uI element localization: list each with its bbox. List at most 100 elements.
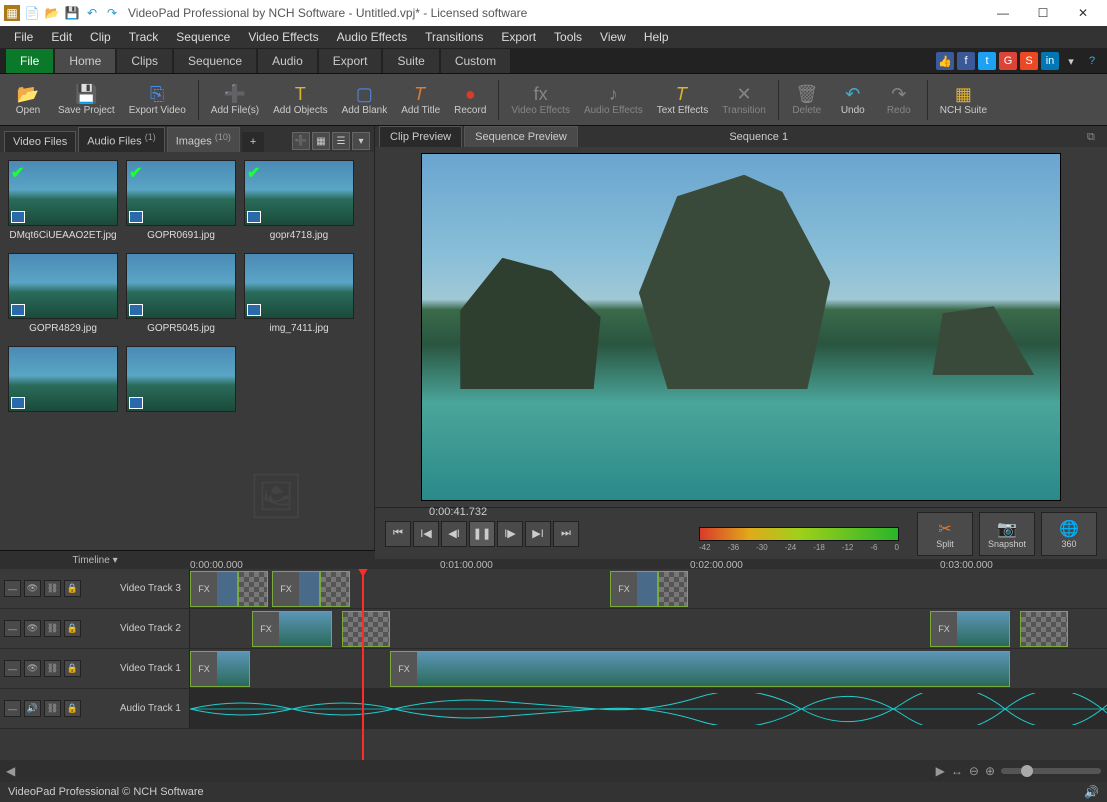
track-link-icon[interactable]: ⛓ bbox=[44, 580, 61, 597]
scroll-right-icon[interactable]: ▶ bbox=[936, 764, 945, 778]
zoom-out-icon[interactable]: ⊖ bbox=[969, 764, 979, 778]
minimize-button[interactable]: — bbox=[983, 0, 1023, 26]
transition-button[interactable]: ✕Transition bbox=[716, 76, 772, 124]
menu-sequence[interactable]: Sequence bbox=[168, 28, 238, 46]
ribbon-tab-clips[interactable]: Clips bbox=[117, 49, 172, 73]
popout-icon[interactable]: ⧉ bbox=[1087, 131, 1103, 147]
social-google-icon[interactable]: G bbox=[999, 52, 1017, 70]
video-effects-button[interactable]: fxVideo Effects bbox=[505, 76, 576, 124]
tab-sequence-preview[interactable]: Sequence Preview bbox=[464, 126, 578, 147]
track-collapse-icon[interactable]: — bbox=[4, 580, 21, 597]
qat-save-icon[interactable]: 💾 bbox=[64, 5, 80, 21]
zoom-slider[interactable] bbox=[1001, 768, 1101, 774]
menu-help[interactable]: Help bbox=[636, 28, 677, 46]
menu-file[interactable]: File bbox=[6, 28, 41, 46]
menu-clip[interactable]: Clip bbox=[82, 28, 119, 46]
track-lock-icon[interactable]: 🔒 bbox=[64, 580, 81, 597]
track-body[interactable] bbox=[190, 689, 1107, 728]
record-button[interactable]: ●Record bbox=[448, 76, 492, 124]
add-files-button[interactable]: ➕Add File(s) bbox=[205, 76, 265, 124]
ribbon-tab-custom[interactable]: Custom bbox=[441, 49, 510, 73]
thumbnail-item[interactable] bbox=[8, 346, 118, 420]
menu-audioeffects[interactable]: Audio Effects bbox=[329, 28, 416, 46]
bin-menu-icon[interactable]: ▾ bbox=[352, 132, 370, 150]
ribbon-tab-export[interactable]: Export bbox=[319, 49, 382, 73]
track-lock-icon[interactable]: 🔒 bbox=[64, 700, 81, 717]
redo-button[interactable]: ↷Redo bbox=[877, 76, 921, 124]
prev-clip-button[interactable]: I◀ bbox=[413, 521, 439, 547]
step-back-button[interactable]: ◀I bbox=[441, 521, 467, 547]
chevron-down-icon[interactable]: ▾ bbox=[113, 555, 118, 566]
track-body[interactable]: FX FX bbox=[190, 609, 1107, 648]
menu-transitions[interactable]: Transitions bbox=[417, 28, 491, 46]
goto-end-button[interactable]: ⏭ bbox=[553, 521, 579, 547]
track-visible-icon[interactable]: 👁 bbox=[24, 620, 41, 637]
social-facebook-icon[interactable]: f bbox=[957, 52, 975, 70]
track-body[interactable]: FX FX bbox=[190, 649, 1107, 688]
menu-export[interactable]: Export bbox=[493, 28, 544, 46]
social-stumble-icon[interactable]: S bbox=[1020, 52, 1038, 70]
ribbon-tab-home[interactable]: Home bbox=[55, 49, 115, 73]
bin-grid-icon[interactable]: ▦ bbox=[312, 132, 330, 150]
track-collapse-icon[interactable]: — bbox=[4, 620, 21, 637]
scroll-left-icon[interactable]: ◀ bbox=[6, 764, 15, 778]
undo-button[interactable]: ↶Undo bbox=[831, 76, 875, 124]
social-twitter-icon[interactable]: t bbox=[978, 52, 996, 70]
thumbnail-item[interactable]: ✔GOPR0691.jpg bbox=[126, 160, 236, 245]
bin-add-tab[interactable]: + bbox=[242, 132, 264, 152]
delete-button[interactable]: 🗑Delete bbox=[785, 76, 829, 124]
close-button[interactable]: ✕ bbox=[1063, 0, 1103, 26]
qat-new-icon[interactable]: 📄 bbox=[24, 5, 40, 21]
qat-undo-icon[interactable]: ↶ bbox=[84, 5, 100, 21]
export-video-button[interactable]: ⎘Export Video bbox=[123, 76, 192, 124]
track-collapse-icon[interactable]: — bbox=[4, 700, 21, 717]
menu-videoeffects[interactable]: Video Effects bbox=[240, 28, 326, 46]
track-lock-icon[interactable]: 🔒 bbox=[64, 620, 81, 637]
collapse-ribbon-icon[interactable]: ▾ bbox=[1062, 52, 1080, 70]
add-title-button[interactable]: 𝑇Add Title bbox=[395, 76, 446, 124]
bin-add-icon[interactable]: ➕ bbox=[292, 132, 310, 150]
track-link-icon[interactable]: ⛓ bbox=[44, 620, 61, 637]
maximize-button[interactable]: ☐ bbox=[1023, 0, 1063, 26]
track-lock-icon[interactable]: 🔒 bbox=[64, 660, 81, 677]
track-collapse-icon[interactable]: — bbox=[4, 660, 21, 677]
social-like-icon[interactable]: 👍 bbox=[936, 52, 954, 70]
thumbnail-item[interactable]: GOPR5045.jpg bbox=[126, 253, 236, 338]
split-button[interactable]: ✂Split bbox=[917, 512, 973, 556]
thumbnail-item[interactable]: img_7411.jpg bbox=[244, 253, 354, 338]
track-visible-icon[interactable]: 👁 bbox=[24, 660, 41, 677]
bin-tab-images[interactable]: Images (10) bbox=[167, 127, 240, 152]
zoom-in-icon[interactable]: ⊕ bbox=[985, 764, 995, 778]
track-link-icon[interactable]: ⛓ bbox=[44, 660, 61, 677]
volume-icon[interactable]: 🔊 bbox=[1084, 785, 1099, 799]
menu-tools[interactable]: Tools bbox=[546, 28, 590, 46]
next-clip-button[interactable]: ▶I bbox=[525, 521, 551, 547]
thumbnail-item[interactable]: ✔gopr4718.jpg bbox=[244, 160, 354, 245]
qat-open-icon[interactable]: 📂 bbox=[44, 5, 60, 21]
tab-clip-preview[interactable]: Clip Preview bbox=[379, 126, 462, 147]
audio-effects-button[interactable]: ♪Audio Effects bbox=[578, 76, 649, 124]
menu-edit[interactable]: Edit bbox=[43, 28, 80, 46]
save-project-button[interactable]: 💾Save Project bbox=[52, 76, 121, 124]
360-button[interactable]: 🌐360 bbox=[1041, 512, 1097, 556]
thumbnail-item[interactable]: GOPR4829.jpg bbox=[8, 253, 118, 338]
bin-list-icon[interactable]: ☰ bbox=[332, 132, 350, 150]
pause-button[interactable]: ❚❚ bbox=[469, 521, 495, 547]
menu-track[interactable]: Track bbox=[121, 28, 167, 46]
step-fwd-button[interactable]: I▶ bbox=[497, 521, 523, 547]
track-visible-icon[interactable]: 👁 bbox=[24, 580, 41, 597]
thumbnail-item[interactable]: ✔DMqt6CiUEAAO2ET.jpg bbox=[8, 160, 118, 245]
track-mute-icon[interactable]: 🔊 bbox=[24, 700, 41, 717]
ribbon-tab-suite[interactable]: Suite bbox=[383, 49, 438, 73]
goto-start-button[interactable]: ⏮ bbox=[385, 521, 411, 547]
social-linkedin-icon[interactable]: in bbox=[1041, 52, 1059, 70]
menu-view[interactable]: View bbox=[592, 28, 634, 46]
help-icon[interactable]: ? bbox=[1083, 52, 1101, 70]
bin-tab-video[interactable]: Video Files bbox=[4, 131, 76, 152]
qat-redo-icon[interactable]: ↷ bbox=[104, 5, 120, 21]
snapshot-button[interactable]: 📷Snapshot bbox=[979, 512, 1035, 556]
open-button[interactable]: 📂Open bbox=[6, 76, 50, 124]
ribbon-tab-file[interactable]: File bbox=[6, 49, 53, 73]
track-body[interactable]: FX FX FX bbox=[190, 569, 1107, 608]
track-solo-icon[interactable]: ⛓ bbox=[44, 700, 61, 717]
